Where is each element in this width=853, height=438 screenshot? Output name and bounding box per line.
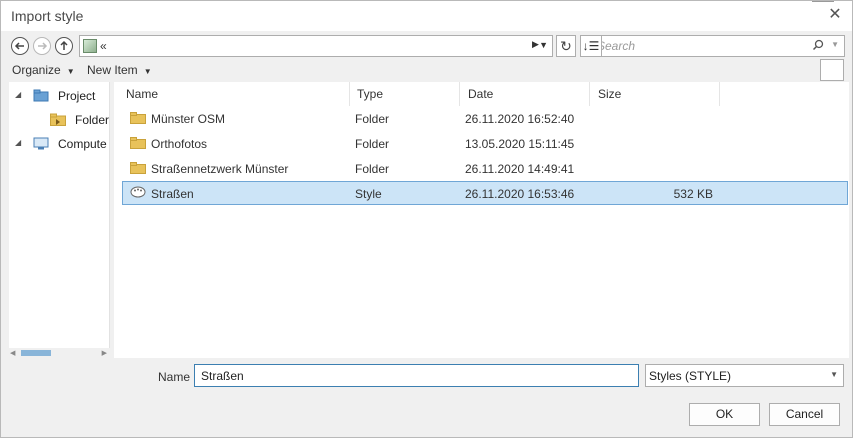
item-date: 26.11.2020 16:53:46 — [465, 187, 575, 201]
import-style-dialog: Import style ✕ « ▶ ▼ ↻ Search ▼ ↓☰ Organ… — [0, 0, 853, 438]
cancel-button[interactable]: Cancel — [769, 403, 840, 426]
column-header-type[interactable]: Type — [350, 82, 460, 106]
folder-icon — [50, 113, 66, 126]
project-icon — [33, 89, 49, 102]
tree-item-label: Compute — [58, 137, 107, 151]
item-type: Folder — [355, 162, 390, 176]
arrow-right-icon — [38, 42, 48, 50]
expand-triangle-icon[interactable]: ◢ — [15, 90, 21, 99]
column-header-label: Size — [598, 87, 622, 101]
tree-item-folder[interactable]: Folder — [9, 109, 110, 131]
tree-item-label: Folder — [75, 113, 110, 127]
column-header-name[interactable]: Name — [126, 82, 350, 106]
item-type: Folder — [355, 112, 390, 126]
sort-button[interactable]: ↓☰ — [580, 35, 602, 57]
chevron-down-icon: ▼ — [830, 370, 838, 379]
organize-menu[interactable]: Organize ▼ — [12, 63, 75, 77]
item-type: Style — [355, 187, 382, 201]
search-icon[interactable] — [812, 39, 824, 54]
search-box[interactable]: Search ▼ — [592, 35, 845, 57]
tree-item-label: Project — [58, 89, 96, 103]
tree-item-computer[interactable]: ◢ Compute — [9, 133, 110, 155]
expand-triangle-icon[interactable]: ◢ — [15, 138, 21, 147]
search-dropdown-icon[interactable]: ▼ — [831, 40, 839, 49]
folder-icon — [130, 162, 146, 174]
title-divider — [812, 1, 834, 2]
arrow-up-icon — [60, 40, 68, 50]
name-label: Name — [158, 370, 191, 384]
item-type: Folder — [355, 137, 390, 151]
item-name: Straßen — [151, 187, 194, 201]
column-header-label: Type — [357, 87, 384, 101]
file-type-select[interactable]: Styles (STYLE) ▼ — [645, 364, 844, 387]
title-bar: Import style ✕ — [1, 1, 852, 31]
search-placeholder: Search — [597, 39, 636, 53]
item-name: Orthofotos — [151, 137, 208, 151]
toolbar: Organize ▼ New Item ▼ — [1, 59, 852, 81]
location-icon — [83, 39, 97, 53]
scroll-right-icon[interactable]: ▶ — [102, 349, 107, 357]
refresh-icon: ↻ — [560, 38, 572, 54]
computer-icon — [33, 137, 49, 150]
address-bar[interactable]: « ▶ ▼ — [79, 35, 553, 57]
column-header-size[interactable]: Size — [590, 82, 720, 106]
folder-icon — [130, 112, 146, 124]
refresh-button[interactable]: ↻ — [556, 35, 576, 57]
ok-button[interactable]: OK — [689, 403, 760, 426]
list-item[interactable]: Straßennetzwerk Münster Folder 26.11.202… — [122, 157, 848, 180]
tree-horizontal-scrollbar[interactable]: ◀ ▶ — [9, 348, 110, 358]
item-date: 26.11.2020 14:49:41 — [465, 162, 575, 176]
item-date: 26.11.2020 16:52:40 — [465, 112, 575, 126]
new-item-label: New Item — [87, 63, 138, 77]
item-size: 532 KB — [673, 187, 713, 201]
item-name: Münster OSM — [151, 112, 226, 126]
back-button[interactable] — [11, 37, 29, 55]
address-text: « — [100, 39, 107, 53]
sort-icon: ↓☰ — [582, 39, 600, 53]
file-type-value: Styles (STYLE) — [649, 369, 732, 383]
style-palette-icon — [130, 186, 146, 198]
list-item[interactable]: Orthofotos Folder 13.05.2020 15:11:45 — [122, 132, 848, 155]
organize-label: Organize — [12, 63, 61, 77]
view-options-button[interactable] — [820, 59, 844, 81]
caret-down-icon: ▼ — [66, 67, 75, 76]
up-button[interactable] — [55, 37, 73, 55]
column-header-label: Name — [126, 87, 159, 101]
item-name: Straßennetzwerk Münster — [151, 162, 289, 176]
list-item[interactable]: Münster OSM Folder 26.11.2020 16:52:40 — [122, 107, 848, 130]
list-item-selected[interactable]: Straßen Style 26.11.2020 16:53:46 532 KB — [122, 181, 848, 205]
tree-item-project[interactable]: ◢ Project — [9, 85, 110, 107]
scroll-left-icon[interactable]: ◀ — [10, 349, 15, 357]
arrow-left-icon — [14, 42, 24, 50]
navigation-bar: « ▶ ▼ ↻ Search ▼ ↓☰ — [11, 35, 845, 57]
column-header-label: Date — [468, 87, 494, 101]
dialog-title: Import style — [11, 8, 84, 24]
breadcrumb-chevron-icon[interactable]: ▶ — [532, 39, 539, 50]
navigation-tree: ◢ Project Folder ◢ Compute ◀ ▶ — [9, 82, 110, 358]
file-list: Name Type Date Size Münster OSM Folder 2… — [114, 82, 849, 358]
address-dropdown-icon[interactable]: ▼ — [539, 40, 548, 50]
new-item-menu[interactable]: New Item ▼ — [87, 63, 152, 77]
scrollbar-thumb[interactable] — [21, 350, 51, 356]
item-date: 13.05.2020 15:11:45 — [465, 137, 575, 151]
forward-button[interactable] — [33, 37, 51, 55]
close-icon[interactable]: ✕ — [826, 6, 844, 24]
file-name-input[interactable]: Straßen — [194, 364, 639, 387]
column-header-date[interactable]: Date — [460, 82, 590, 106]
folder-icon — [130, 137, 146, 149]
caret-down-icon: ▼ — [143, 67, 152, 76]
